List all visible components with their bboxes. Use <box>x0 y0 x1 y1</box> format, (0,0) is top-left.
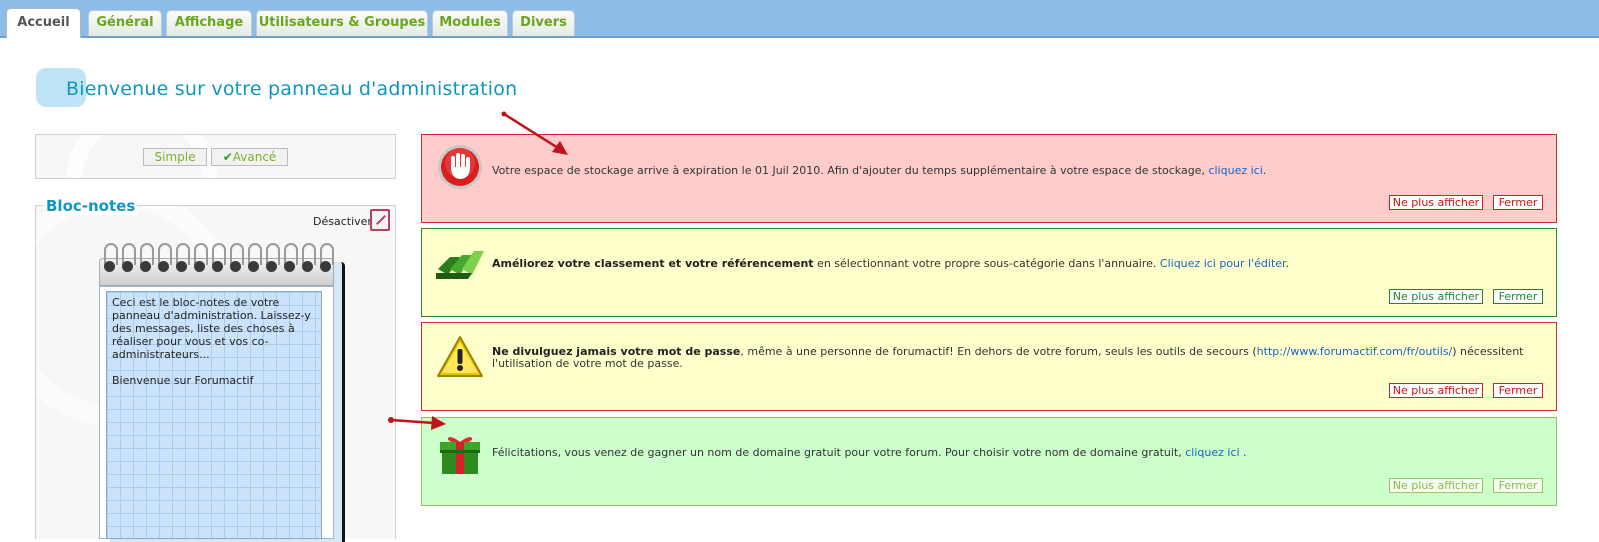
checkmark-icon: ✔ <box>222 150 233 164</box>
close-button[interactable]: Fermer <box>1493 383 1543 398</box>
password-message: Ne divulguez jamais votre mot de passe, … <box>492 346 1547 370</box>
ring-icon <box>121 243 136 275</box>
warning-icon <box>436 335 484 383</box>
page-title: Bienvenue sur votre panneau d'administra… <box>66 78 518 100</box>
password-warning-notice: Ne divulguez jamais votre mot de passe, … <box>421 322 1557 411</box>
ring-icon <box>265 243 280 275</box>
tools-link[interactable]: http://www.forumactif.com/fr/outils/ <box>1257 345 1453 358</box>
notepad-rings <box>103 243 334 275</box>
close-button[interactable]: Fermer <box>1493 195 1543 210</box>
top-tab-bar: Accueil Général Affichage Utilisateurs &… <box>0 0 1599 38</box>
hide-button[interactable]: Ne plus afficher <box>1389 383 1483 398</box>
disable-notepad-label[interactable]: Désactiver <box>313 215 372 228</box>
gift-icon <box>436 430 484 478</box>
domain-link[interactable]: cliquez ici <box>1185 446 1239 459</box>
ring-icon <box>139 243 154 275</box>
ring-icon <box>157 243 172 275</box>
storage-message: Votre espace de stockage arrive à expira… <box>492 165 1547 177</box>
ring-icon <box>193 243 208 275</box>
annotation-arrow-icon <box>388 416 446 430</box>
password-text: , même à une personne de forumactif! En … <box>740 345 1257 358</box>
tab-modules[interactable]: Modules <box>432 10 508 36</box>
annotation-arrow-icon <box>501 111 568 155</box>
tab-general[interactable]: Général <box>88 10 162 36</box>
storage-expiry-notice: Votre espace de stockage arrive à expira… <box>421 134 1557 223</box>
domain-text: Félicitations, vous venez de gagner un n… <box>492 446 1186 459</box>
green-arrows-icon <box>436 245 484 293</box>
tab-divers[interactable]: Divers <box>512 10 575 36</box>
close-button[interactable]: Fermer <box>1493 289 1543 304</box>
ring-icon <box>211 243 226 275</box>
stop-hand-icon <box>436 143 484 191</box>
hide-button[interactable]: Ne plus afficher <box>1389 195 1483 210</box>
tab-accueil[interactable]: Accueil <box>6 8 81 38</box>
tab-utilisateurs-groupes[interactable]: Utilisateurs & Groupes <box>256 10 428 36</box>
tab-affichage[interactable]: Affichage <box>166 10 252 36</box>
ranking-tail: . <box>1285 257 1290 270</box>
notepad-textarea[interactable]: Ceci est le bloc-notes de votre panneau … <box>106 291 322 539</box>
ring-icon <box>301 243 316 275</box>
advanced-mode-label: Avancé <box>232 150 277 164</box>
ranking-link[interactable]: Cliquez ici pour l'éditer <box>1160 257 1286 270</box>
ring-icon <box>229 243 244 275</box>
domain-tail: . <box>1239 446 1247 459</box>
notepad-title: Bloc-notes <box>44 197 138 215</box>
ring-icon <box>103 243 118 275</box>
free-domain-notice: Félicitations, vous venez de gagner un n… <box>421 417 1557 506</box>
hide-button[interactable]: Ne plus afficher <box>1389 478 1483 493</box>
ranking-text: en sélectionnant votre propre sous-catég… <box>813 257 1160 270</box>
storage-text: Votre espace de stockage arrive à expira… <box>492 164 1209 177</box>
advanced-mode-button[interactable]: ✔Avancé <box>211 148 288 166</box>
ranking-bold-text: Améliorez votre classement et votre réfé… <box>492 257 814 270</box>
storage-link[interactable]: cliquez ici <box>1208 164 1262 177</box>
ring-icon <box>175 243 190 275</box>
ring-icon <box>319 243 334 275</box>
hide-button[interactable]: Ne plus afficher <box>1389 289 1483 304</box>
mode-selector: Simple ✔Avancé <box>35 134 396 179</box>
ring-icon <box>283 243 298 275</box>
disable-notepad-icon[interactable] <box>370 209 390 231</box>
storage-tail: . <box>1262 164 1267 177</box>
close-button[interactable]: Fermer <box>1493 478 1543 493</box>
ring-icon <box>247 243 262 275</box>
ranking-notice: Améliorez votre classement et votre réfé… <box>421 228 1557 317</box>
domain-message: Félicitations, vous venez de gagner un n… <box>492 447 1547 459</box>
simple-mode-button[interactable]: Simple <box>143 148 207 166</box>
ranking-message: Améliorez votre classement et votre réfé… <box>492 258 1547 270</box>
